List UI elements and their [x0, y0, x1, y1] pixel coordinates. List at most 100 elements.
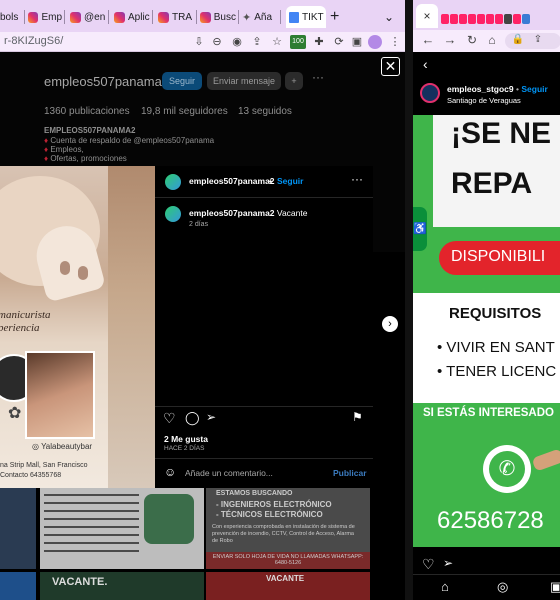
new-tab-label: + [330, 8, 340, 25]
caption-avatar[interactable] [165, 206, 181, 222]
caption-author[interactable]: empleos507panama2 [189, 208, 275, 218]
save-bookmark-icon[interactable]: ⚑ [352, 410, 363, 424]
reels-icon[interactable]: ▣ [550, 579, 560, 595]
extensions-puzzle-icon[interactable]: ✚ [312, 35, 326, 49]
extension-badge[interactable]: 100 [290, 35, 306, 49]
story-username[interactable]: empleos_stgoc9 [447, 84, 514, 94]
lock-icon[interactable]: 🔒 [511, 33, 525, 47]
back-icon[interactable]: ← [421, 33, 435, 47]
follow-button[interactable]: Seguir [162, 72, 202, 90]
right-browser-window: × ← → ↻ ⌂ 🔒 ⇪ ‹ empleos_stgoc9 • Seguir … [413, 0, 560, 600]
heart-icon[interactable]: ♡ [422, 556, 435, 573]
tab-favicon[interactable] [459, 14, 467, 24]
send-message-button[interactable]: Enviar mensaje [207, 72, 281, 90]
sidepanel-icon[interactable]: ▣ [350, 35, 364, 49]
heart-icon[interactable]: ♡ [163, 410, 176, 427]
share-send-icon[interactable]: ➢ [443, 556, 453, 570]
new-tab-button[interactable]: + [330, 6, 346, 28]
following-count[interactable]: 13 seguidos [238, 106, 292, 117]
publish-button[interactable]: Publicar [333, 468, 367, 478]
grid-post[interactable] [0, 488, 36, 569]
tab-favicon[interactable] [495, 14, 503, 24]
author-avatar[interactable] [165, 174, 181, 190]
dot-separator: • [269, 176, 272, 186]
caption: empleos507panama2 Vacante [189, 208, 307, 218]
tab-favicon[interactable] [477, 14, 485, 24]
emoji-icon[interactable]: ☺ [164, 465, 176, 479]
share-send-icon[interactable]: ➢ [206, 410, 216, 424]
grid-post[interactable]: VACANTE. [40, 572, 204, 600]
post-author[interactable]: empleos507panama2 [189, 176, 275, 186]
tab-tikt[interactable]: TIKT [286, 6, 326, 28]
eye-off-icon[interactable]: ◉ [230, 35, 244, 49]
tab-label: Emp [41, 11, 62, 23]
tab-emp[interactable]: Emp [28, 6, 62, 28]
comment-input[interactable]: Añade un comentario... [185, 468, 273, 478]
close-modal-button[interactable]: ✕ [381, 57, 400, 76]
grid-text: ENVIAR SOLO HOJA DE VIDA NO LLAMADAS WHA… [206, 552, 370, 569]
tab-busc[interactable]: Busc [200, 6, 236, 28]
tab-favicon[interactable] [468, 14, 476, 24]
nail-shape [60, 261, 70, 275]
tab-strip: × [413, 0, 560, 30]
tab-favicon[interactable] [441, 14, 449, 24]
tab-favicon[interactable] [486, 14, 494, 24]
home-icon[interactable]: ⌂ [441, 579, 449, 594]
share-icon[interactable]: ⇪ [250, 35, 264, 49]
tab-tra[interactable]: TRA [158, 6, 194, 28]
url-text[interactable]: r-8KIZugS6/ [4, 35, 63, 47]
explore-icon[interactable]: ◎ [497, 579, 508, 595]
bookmark-star-icon[interactable]: ☆ [270, 35, 284, 49]
tab-bols[interactable]: bols [0, 6, 24, 28]
next-post-button[interactable]: › [382, 316, 398, 332]
post-image: manicurista periencia ✿ ◎ Yalabeautybar … [0, 166, 155, 488]
instagram-icon [114, 11, 125, 23]
tab-favicon[interactable] [450, 14, 458, 24]
home-icon[interactable]: ⌂ [485, 33, 499, 47]
pinned-tabs[interactable] [441, 11, 531, 29]
add-user-icon[interactable]: + [285, 72, 303, 90]
zoom-icon[interactable]: ⊖ [210, 35, 224, 49]
site-icon[interactable]: ⇪ [531, 33, 545, 47]
story-headline-1: ¡SE NE [451, 117, 552, 150]
grid-post[interactable] [0, 572, 36, 600]
accessibility-icon[interactable]: ♿ [413, 207, 427, 251]
tab-favicon[interactable] [513, 14, 521, 24]
tab-label: Aplic [128, 11, 150, 23]
address-bar[interactable]: r-8KIZugS6/ ⇩ ⊖ ◉ ⇪ ☆ 100 ✚ ⟳ ▣ ⋮ [0, 32, 405, 52]
avatar[interactable] [368, 35, 382, 49]
more-options-button[interactable]: ··· [312, 70, 324, 84]
tab-search-button[interactable]: ⌄ [384, 6, 398, 28]
sync-icon[interactable]: ⟳ [332, 35, 346, 49]
back-icon[interactable]: ‹ [423, 56, 428, 72]
tab-label: TIKT [302, 11, 324, 23]
likes-count[interactable]: 2 Me gusta [164, 434, 208, 444]
bio-line-text: Cuenta de respaldo de @empleos507panama [50, 136, 215, 145]
close-tab-button[interactable]: × [416, 4, 438, 28]
post-headline-1: manicurista [0, 309, 51, 321]
menu-kebab-icon[interactable]: ⋮ [388, 35, 402, 49]
puzzle-tab-icon: ✦ [242, 11, 252, 24]
side-band [108, 166, 155, 488]
tab-aplic[interactable]: Aplic [114, 6, 150, 28]
forward-icon[interactable]: → [443, 33, 457, 47]
comment-icon[interactable]: ◯ [185, 410, 200, 426]
download-icon[interactable]: ⇩ [192, 35, 206, 49]
post-follow-link[interactable]: Seguir [277, 176, 303, 186]
reload-icon[interactable]: ↻ [465, 33, 479, 47]
story-follow-link[interactable]: Seguir [521, 84, 547, 94]
story-avatar[interactable] [420, 83, 440, 103]
lotus-icon: ✿ [8, 405, 22, 422]
post-more-icon[interactable]: ··· [351, 172, 363, 186]
tab-favicon[interactable] [504, 14, 512, 24]
grid-post[interactable] [40, 488, 204, 569]
divider [155, 458, 373, 459]
story-location[interactable]: Santiago de Veraguas [447, 96, 521, 105]
tab-en[interactable]: @en [70, 6, 106, 28]
grid-post[interactable]: ESTAMOS BUSCANDO - INGENIEROS ELECTRÓNIC… [206, 488, 370, 569]
followers-count[interactable]: 19,8 mil seguidores [141, 106, 228, 117]
grid-post[interactable]: VACANTE [206, 572, 370, 600]
tab-ana[interactable]: ✦ Aña [242, 6, 278, 28]
divider [155, 406, 373, 407]
tab-favicon[interactable] [522, 14, 530, 24]
